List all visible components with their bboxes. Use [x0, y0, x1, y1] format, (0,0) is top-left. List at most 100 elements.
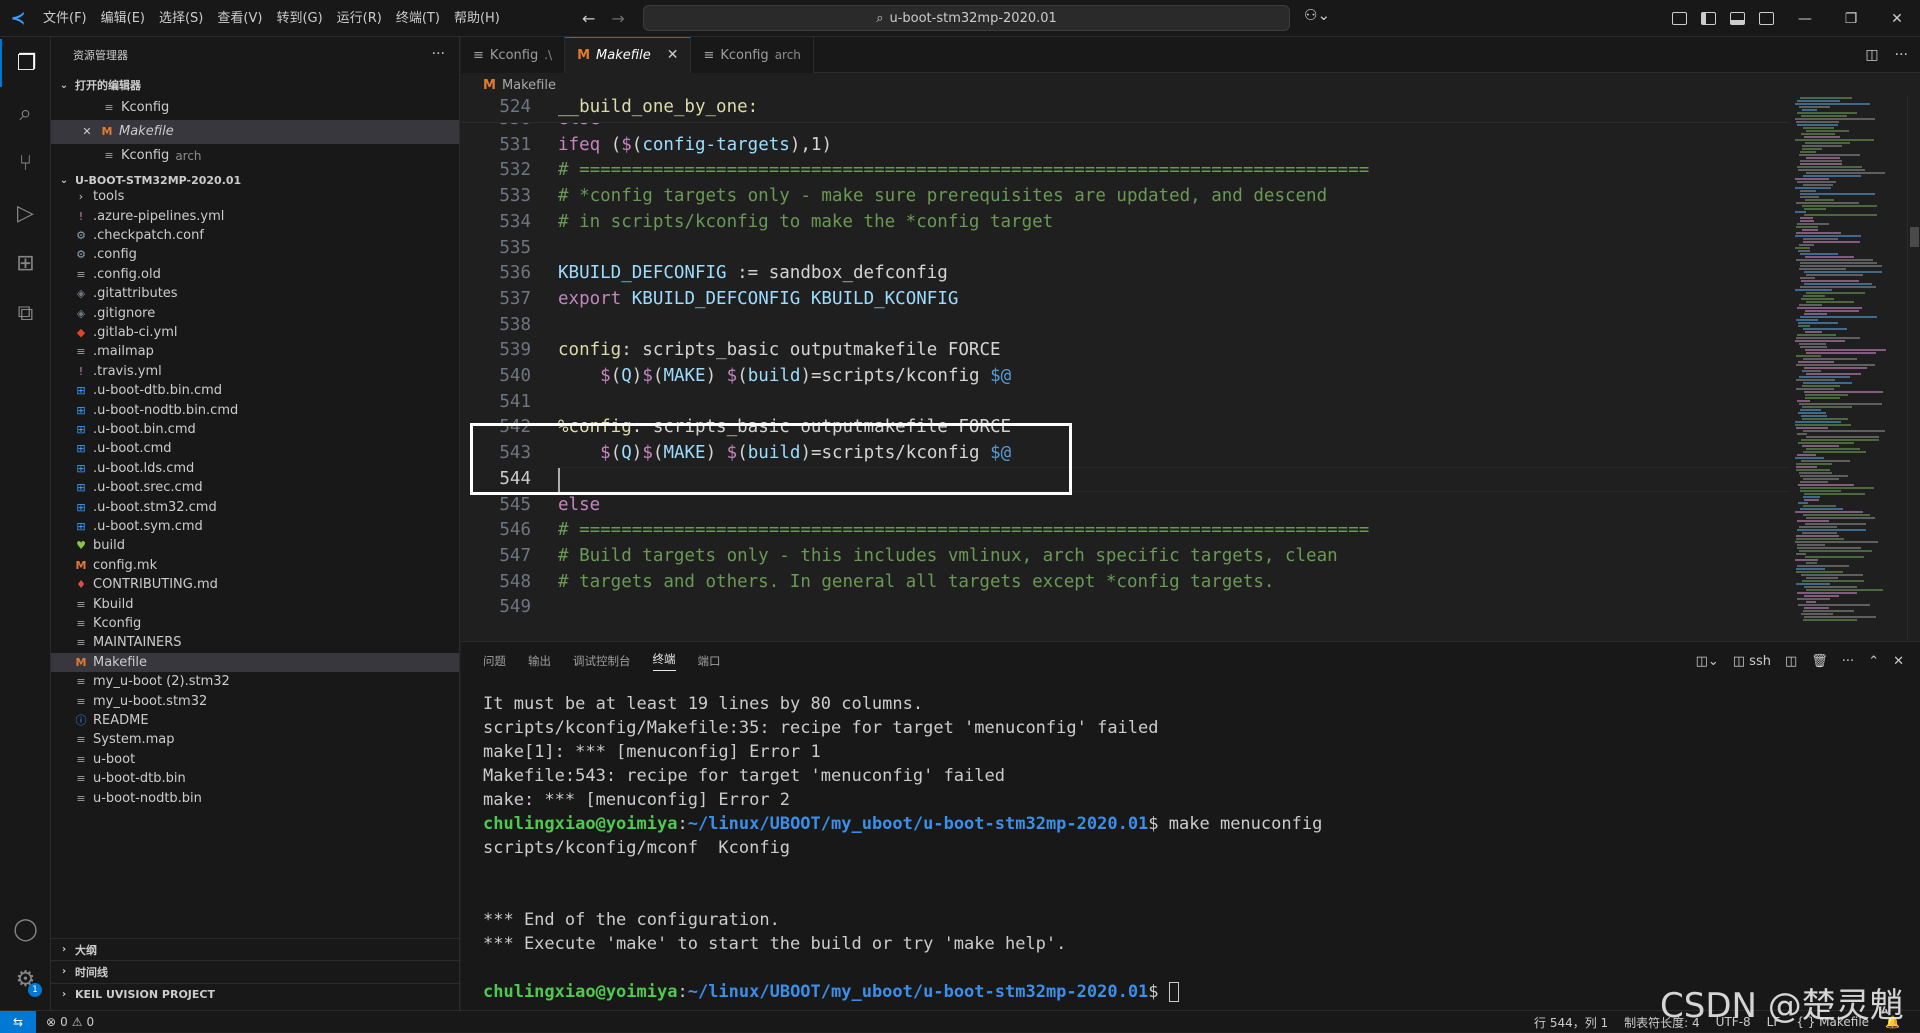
remote-indicator-icon[interactable]: ⇆ — [0, 1010, 36, 1033]
file-tree-item[interactable]: Mconfig.mk — [51, 556, 459, 575]
code-line[interactable]: 536 KBUILD_DEFCONFIG := sandbox_defconfig — [461, 261, 1789, 287]
menu-go[interactable]: 转到(G) — [269, 0, 329, 37]
menu-edit[interactable]: 编辑(E) — [94, 0, 152, 37]
file-tree-item[interactable]: ⊞ .u-boot-dtb.bin.cmd — [51, 381, 459, 400]
file-tree-item[interactable]: ≡ System.map — [51, 730, 459, 749]
account-icon[interactable]: ◯ — [0, 905, 51, 953]
code-editor[interactable]: 524 __build_one_by_one: 530else531ifeq (… — [461, 97, 1789, 640]
file-tree-item[interactable]: ◈ .gitignore — [51, 303, 459, 322]
run-debug-icon[interactable]: ▷ — [0, 189, 51, 237]
more-actions-icon[interactable]: ··· — [1842, 654, 1854, 669]
file-tree-item[interactable]: ⊞ .u-boot.bin.cmd — [51, 420, 459, 439]
file-tree-item[interactable]: ⚙ .checkpatch.conf — [51, 226, 459, 245]
file-tree-item[interactable]: ♥ build — [51, 536, 459, 555]
menu-selection[interactable]: 选择(S) — [152, 0, 210, 37]
file-tree-item[interactable]: ≡ Kbuild — [51, 594, 459, 613]
code-line[interactable]: 533 # *config targets only - make sure pr… — [461, 184, 1789, 210]
code-line[interactable]: 537 export KBUILD_DEFCONFIG KBUILD_KCONFI… — [461, 287, 1789, 313]
code-line[interactable]: 532 # ===================================… — [461, 158, 1789, 184]
code-line[interactable]: 541 — [461, 390, 1789, 416]
code-line[interactable]: 538 — [461, 313, 1789, 339]
close-panel-icon[interactable]: ✕ — [1893, 654, 1904, 669]
close-icon[interactable]: ✕ — [79, 125, 95, 138]
customize-layout-icon[interactable] — [1672, 12, 1687, 25]
open-editor-makefile[interactable]: ✕ M Makefile — [51, 120, 459, 144]
forward-arrow-icon[interactable]: → — [611, 9, 624, 28]
remote-explorer-icon[interactable]: ⧉ — [0, 289, 51, 337]
more-actions-icon[interactable]: ··· — [1895, 47, 1908, 63]
open-editor-kconfig[interactable]: ≡ Kconfig — [51, 96, 459, 120]
terminal-output[interactable]: It must be at least 19 lines by 80 colum… — [483, 692, 1903, 1004]
scrollbar-thumb[interactable] — [1910, 227, 1919, 247]
breadcrumb[interactable]: M Makefile — [461, 73, 1920, 97]
code-line[interactable]: 549 — [461, 595, 1789, 621]
code-line[interactable]: 535 — [461, 236, 1789, 262]
menu-terminal[interactable]: 终端(T) — [389, 0, 447, 37]
sticky-scroll-line[interactable]: 524 __build_one_by_one: — [461, 97, 1789, 123]
file-tree-item[interactable]: ⚙ .config — [51, 245, 459, 264]
code-line[interactable]: 531 ifeq ($(config-targets),1) — [461, 133, 1789, 159]
close-tab-icon[interactable]: ✕ — [667, 47, 679, 63]
toggle-sidebar-icon[interactable] — [1701, 12, 1716, 25]
tab-output[interactable]: 输出 — [528, 653, 551, 669]
file-tree-item[interactable]: ⊞ .u-boot.sym.cmd — [51, 517, 459, 536]
minimap[interactable] — [1789, 97, 1907, 640]
timeline-section[interactable]: › 时间线 — [51, 960, 459, 982]
new-terminal-layout-icon[interactable]: ◫⌄ — [1696, 654, 1719, 669]
open-editors-section[interactable]: ⌄ 打开的编辑器 — [51, 74, 459, 96]
file-tree-item[interactable]: › tools — [51, 187, 459, 206]
problems-indicator[interactable]: ⊗ 0 ⚠ 0 — [46, 1015, 94, 1029]
file-tree-item[interactable]: ⊞ .u-boot.srec.cmd — [51, 478, 459, 497]
extensions-icon[interactable]: ⊞ — [0, 239, 51, 287]
terminal-shell-icon[interactable]: ◫ ssh — [1733, 654, 1771, 669]
code-line[interactable]: 546 # ===================================… — [461, 518, 1789, 544]
outline-section[interactable]: › 大纲 — [51, 938, 459, 960]
split-terminal-icon[interactable]: ◫ — [1785, 654, 1797, 669]
tab-makefile[interactable]: M Makefile ✕ — [565, 37, 692, 73]
file-tree-item[interactable]: ⊞ .u-boot-nodtb.bin.cmd — [51, 400, 459, 419]
command-center-search[interactable]: ⌕ u-boot-stm32mp-2020.01 — [643, 5, 1290, 31]
back-arrow-icon[interactable]: ← — [582, 9, 595, 28]
file-tree-item[interactable]: ≡ u-boot-nodtb.bin — [51, 788, 459, 807]
copilot-icon[interactable]: ⚇⌄ — [1304, 6, 1330, 24]
toggle-panel-icon[interactable] — [1730, 12, 1745, 25]
code-line[interactable]: 548 # targets and others. In general all … — [461, 570, 1789, 596]
file-tree-item[interactable]: ≡ my_u-boot (2).stm32 — [51, 672, 459, 691]
cursor-position[interactable]: 行 544，列 1 — [1534, 1014, 1608, 1031]
minimize-icon[interactable]: — — [1782, 0, 1828, 37]
file-tree-item[interactable]: ♦ CONTRIBUTING.md — [51, 575, 459, 594]
tab-problems[interactable]: 问题 — [483, 653, 506, 669]
restore-icon[interactable]: ❐ — [1828, 0, 1874, 37]
settings-gear-icon[interactable]: ⚙ 1 — [0, 955, 51, 1003]
file-tree-item[interactable]: ⊞ .u-boot.stm32.cmd — [51, 497, 459, 516]
file-tree-item[interactable]: ≡ MAINTAINERS — [51, 633, 459, 652]
file-tree-item[interactable]: ≡ my_u-boot.stm32 — [51, 691, 459, 710]
open-editor-kconfig-arch[interactable]: ≡ Kconfig arch — [51, 144, 459, 168]
tab-terminal[interactable]: 终端 — [652, 651, 676, 671]
explorer-icon[interactable]: ❐ — [0, 39, 51, 87]
close-icon[interactable]: ✕ — [1874, 0, 1920, 37]
tab-kconfig[interactable]: ≡ Kconfig .\ — [461, 37, 566, 73]
editor-scrollbar[interactable] — [1907, 97, 1920, 640]
file-tree-item[interactable]: ≡ Kconfig — [51, 614, 459, 633]
menu-file[interactable]: 文件(F) — [36, 0, 94, 37]
file-tree-item[interactable]: ! .travis.yml — [51, 362, 459, 381]
code-line[interactable]: 547 # Build targets only - this includes … — [461, 544, 1789, 570]
file-tree-item[interactable]: ⊞ .u-boot.lds.cmd — [51, 459, 459, 478]
menu-view[interactable]: 查看(V) — [210, 0, 269, 37]
tab-kconfig-arch[interactable]: ≡ Kconfig arch — [691, 37, 814, 73]
code-line[interactable]: 540 $(Q)$(MAKE) $(build)=scripts/kconfig… — [461, 364, 1789, 390]
kill-terminal-trash-icon[interactable]: 🗑 — [1811, 654, 1828, 669]
toggle-secondary-sidebar-icon[interactable] — [1759, 12, 1774, 25]
file-tree-item[interactable]: ≡ u-boot — [51, 750, 459, 769]
maximize-panel-chevron-up-icon[interactable]: ⌃ — [1868, 654, 1879, 669]
tab-ports[interactable]: 端口 — [698, 653, 721, 669]
source-control-icon[interactable]: ⑂ — [0, 139, 51, 187]
menu-run[interactable]: 运行(R) — [330, 0, 389, 37]
tab-debug-console[interactable]: 调试控制台 — [573, 653, 631, 669]
file-tree-item[interactable]: ◈ .gitattributes — [51, 284, 459, 303]
menu-help[interactable]: 帮助(H) — [447, 0, 507, 37]
split-editor-icon[interactable]: ◫ — [1865, 47, 1878, 63]
file-tree-item[interactable]: ≡ .config.old — [51, 265, 459, 284]
file-tree-item[interactable]: M Makefile — [51, 652, 459, 672]
